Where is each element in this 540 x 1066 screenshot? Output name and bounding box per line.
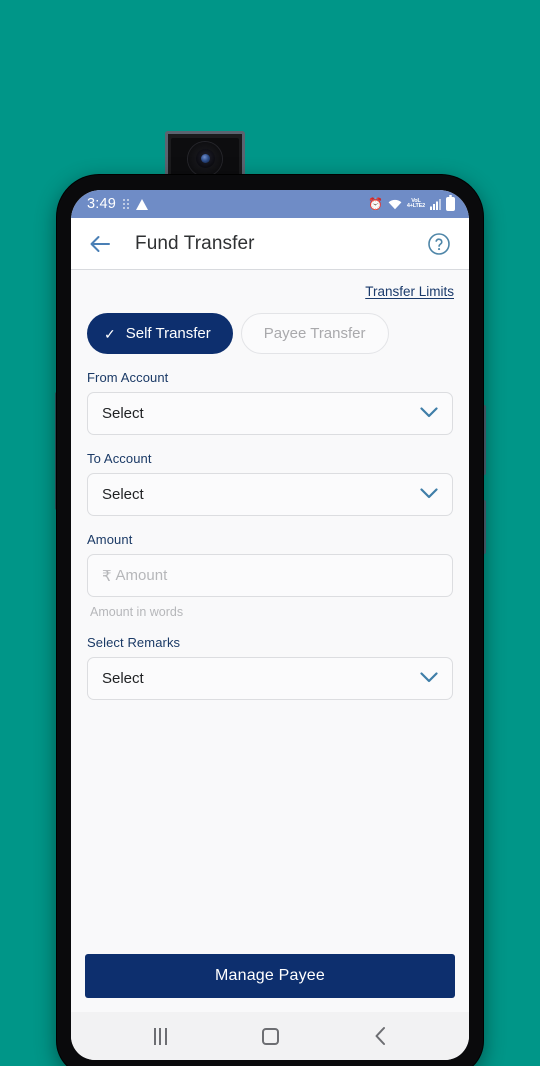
- nav-back-icon[interactable]: [358, 1019, 402, 1053]
- recents-icon[interactable]: [138, 1019, 182, 1053]
- from-account-dropdown[interactable]: Select: [87, 392, 453, 435]
- tab-payee-transfer-label: Payee Transfer: [263, 325, 366, 342]
- field-from-account: From Account Select: [85, 370, 455, 435]
- camera-lens: [188, 141, 222, 176]
- transfer-limits-row: Transfer Limits: [85, 270, 455, 299]
- battery-icon: [446, 195, 455, 211]
- android-nav-bar: [71, 1012, 469, 1060]
- signal-icon: [430, 198, 441, 210]
- field-select-remarks: Select Remarks Select: [85, 635, 455, 700]
- field-select-remarks-label: Select Remarks: [87, 635, 181, 650]
- page-title: Fund Transfer: [135, 232, 255, 254]
- amount-input-placeholder: Amount: [115, 567, 168, 584]
- phone-screen: 3:49 ⏰ VoL 4+LTE2 Fund Transfer Transfer…: [71, 190, 469, 1060]
- remarks-dropdown[interactable]: Select: [87, 657, 453, 700]
- chevron-down-icon: [420, 670, 438, 688]
- rupee-icon: ₹: [102, 567, 112, 585]
- tab-self-transfer-label: Self Transfer: [125, 325, 211, 342]
- cta-container: Manage Payee: [71, 944, 469, 1012]
- amount-in-words-helper: Amount in words: [90, 605, 184, 619]
- field-to-account: To Account Select: [85, 451, 455, 516]
- tab-self-transfer[interactable]: ✓ Self Transfer: [87, 313, 233, 354]
- wifi-icon: [388, 199, 402, 210]
- field-amount: Amount ₹ Amount Amount in words: [85, 532, 455, 619]
- from-account-value: Select: [102, 405, 144, 422]
- phone-frame: 3:49 ⏰ VoL 4+LTE2 Fund Transfer Transfer…: [57, 175, 483, 1066]
- to-account-dropdown[interactable]: Select: [87, 473, 453, 516]
- status-bar-right: ⏰ VoL 4+LTE2: [367, 195, 455, 211]
- check-icon: ✓: [104, 325, 116, 342]
- form-content: Transfer Limits ✓ Self Transfer Payee Tr…: [71, 270, 469, 944]
- transfer-limits-link[interactable]: Transfer Limits: [365, 284, 454, 299]
- alarm-icon: ⏰: [367, 197, 383, 211]
- status-bar: 3:49 ⏰ VoL 4+LTE2: [71, 190, 469, 218]
- field-from-account-label: From Account: [87, 370, 169, 385]
- warning-triangle-icon: [136, 198, 149, 210]
- chevron-down-icon: [420, 486, 438, 504]
- back-arrow-icon[interactable]: [87, 231, 113, 257]
- tab-payee-transfer[interactable]: Payee Transfer: [240, 313, 389, 354]
- manage-payee-button[interactable]: Manage Payee: [85, 954, 455, 998]
- volte-icon: VoL 4+LTE2: [406, 197, 425, 209]
- home-icon[interactable]: [248, 1019, 292, 1053]
- amount-input-box[interactable]: ₹ Amount: [87, 554, 453, 597]
- to-account-value: Select: [102, 486, 144, 503]
- remarks-value: Select: [102, 670, 144, 687]
- status-bar-left: 3:49: [87, 196, 149, 212]
- app-header: Fund Transfer: [71, 218, 469, 270]
- field-amount-label: Amount: [87, 532, 133, 547]
- transfer-type-toggle: ✓ Self Transfer Payee Transfer: [85, 313, 455, 354]
- chevron-down-icon: [420, 405, 438, 423]
- help-circle-icon[interactable]: [427, 232, 451, 256]
- dots-icon: [123, 199, 130, 209]
- camera-lens-core: [200, 154, 210, 163]
- camera-lens-mid: [195, 149, 215, 168]
- status-time: 3:49: [87, 196, 117, 212]
- field-to-account-label: To Account: [87, 451, 152, 466]
